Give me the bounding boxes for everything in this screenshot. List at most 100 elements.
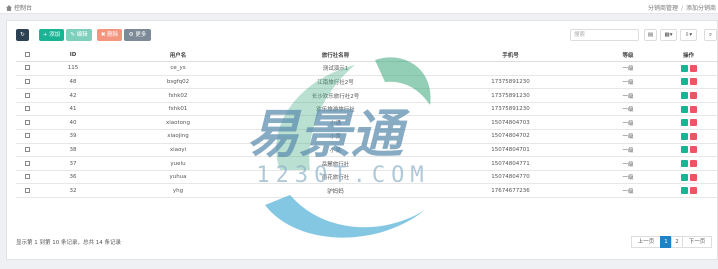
cell-agency: 小景 xyxy=(248,129,423,144)
row-actions xyxy=(680,173,697,181)
row-delete-icon[interactable] xyxy=(689,173,697,181)
search-icon[interactable]: ⌕ xyxy=(704,29,717,41)
row-select-cell xyxy=(16,115,38,131)
column-header-id[interactable]: ID xyxy=(38,48,108,63)
row-actions xyxy=(680,92,697,100)
delete-button[interactable]: ✖ 删除 xyxy=(97,29,122,41)
row-edit-icon[interactable] xyxy=(680,160,688,168)
pagination: 上一页 1 2 下一页 xyxy=(631,236,712,248)
row-edit-icon[interactable] xyxy=(680,187,688,195)
row-delete-icon[interactable] xyxy=(689,146,697,154)
row-checkbox[interactable] xyxy=(24,92,30,98)
column-header-level[interactable]: 等级 xyxy=(598,48,658,63)
row-actions xyxy=(680,119,697,127)
row-edit-icon[interactable] xyxy=(680,92,688,100)
row-actions xyxy=(680,132,697,140)
table-row[interactable]: 40 xiaotong 小通 15074804703 一级 xyxy=(16,115,718,131)
next-page-button[interactable]: 下一页 xyxy=(682,236,712,248)
toggle-view-icon[interactable]: ▤ xyxy=(644,29,657,41)
row-actions-cell xyxy=(658,143,718,158)
cell-level: 一级 xyxy=(598,102,658,117)
cell-username: fxhk02 xyxy=(108,88,248,103)
cell-username: yuelu xyxy=(108,156,248,171)
table-row[interactable]: 41 fxhk01 欢乐旅游旅行社 17375891230 一级 xyxy=(16,102,718,117)
row-delete-icon[interactable] xyxy=(689,119,697,127)
add-button[interactable]: + 添加 xyxy=(39,29,64,41)
column-header-username[interactable]: 用户名 xyxy=(108,48,248,63)
select-all-checkbox[interactable] xyxy=(24,51,30,57)
row-checkbox[interactable] xyxy=(24,187,30,193)
row-actions-cell xyxy=(658,183,718,199)
row-checkbox[interactable] xyxy=(24,174,30,180)
row-edit-icon[interactable] xyxy=(680,119,688,127)
row-actions xyxy=(680,105,697,113)
row-select-cell xyxy=(16,129,38,144)
columns-dropdown-icon[interactable]: ▦▾ xyxy=(660,29,677,41)
row-delete-icon[interactable] xyxy=(689,78,697,86)
row-select-cell xyxy=(16,102,38,117)
row-delete-icon[interactable] xyxy=(689,132,697,140)
table-row[interactable]: 115 ce_ys 测试演示1 一级 xyxy=(16,61,718,76)
refresh-button[interactable]: ↻ xyxy=(16,29,29,41)
row-delete-icon[interactable] xyxy=(689,105,697,113)
column-header-agency[interactable]: 旅行社名称 xyxy=(248,48,423,63)
top-breadcrumb-bar: 控制台 分销商管理 / 添加分销商 xyxy=(0,0,718,14)
cell-agency: 小易 xyxy=(248,143,423,158)
home-link[interactable]: 控制台 xyxy=(6,3,32,12)
search-input[interactable] xyxy=(570,29,639,41)
row-edit-icon[interactable] xyxy=(680,78,688,86)
table-row[interactable]: 48 bsgfq02 江南旅行社2号 17375891230 一级 xyxy=(16,75,718,90)
table-row[interactable]: 32 yhg 驴妈妈 17674677236 一级 xyxy=(16,183,718,199)
row-checkbox[interactable] xyxy=(24,160,30,166)
row-edit-icon[interactable] xyxy=(680,105,688,113)
row-delete-icon[interactable] xyxy=(689,64,697,72)
row-delete-icon[interactable] xyxy=(689,92,697,100)
cell-phone: 15074804770 xyxy=(423,170,598,185)
prev-page-button[interactable]: 上一页 xyxy=(631,236,661,248)
row-checkbox[interactable] xyxy=(24,78,30,84)
row-checkbox[interactable] xyxy=(24,65,30,71)
row-select-cell xyxy=(16,61,38,76)
cell-username: xiaoyi xyxy=(108,143,248,158)
cell-phone xyxy=(423,61,598,76)
row-actions xyxy=(680,64,697,72)
cell-id: 39 xyxy=(38,129,108,144)
export-dropdown-icon[interactable]: ⇩▾ xyxy=(680,29,697,41)
row-checkbox[interactable] xyxy=(24,106,30,112)
cell-agency: 驴妈妈 xyxy=(248,183,423,199)
table-row[interactable]: 39 xiaojing 小景 15074804702 一级 xyxy=(16,129,718,144)
column-header-actions: 操作 xyxy=(658,48,718,63)
cell-level: 一级 xyxy=(598,115,658,131)
cell-level: 一级 xyxy=(598,183,658,199)
row-delete-icon[interactable] xyxy=(689,187,697,195)
row-edit-icon[interactable] xyxy=(680,173,688,181)
cell-id: 115 xyxy=(38,61,108,76)
breadcrumb-item-distributor-management[interactable]: 分销商管理 xyxy=(648,5,678,12)
row-checkbox[interactable] xyxy=(24,119,30,125)
table-row[interactable]: 37 yuelu 岳麓旅行社 15074804771 一级 xyxy=(16,156,718,171)
select-all-cell xyxy=(16,48,38,63)
cell-level: 一级 xyxy=(598,75,658,90)
more-button[interactable]: ⚙ 更多 xyxy=(124,29,151,41)
row-checkbox[interactable] xyxy=(24,146,30,152)
cell-level: 一级 xyxy=(598,143,658,158)
list-panel: ↻ + 添加 ✎ 编辑 ✖ 删除 ⚙ 更多 ▤ ▦▾ ⇩▾ ⌕ ID 用户名 旅… xyxy=(6,20,718,260)
table-row[interactable]: 42 fxhk02 长沙欢乐旅行社2号 17375891230 一级 xyxy=(16,88,718,103)
table-row[interactable]: 38 xiaoyi 小易 15074804701 一级 xyxy=(16,143,718,158)
row-edit-icon[interactable] xyxy=(680,64,688,72)
cell-id: 32 xyxy=(38,183,108,199)
edit-button[interactable]: ✎ 编辑 xyxy=(66,29,92,41)
cell-id: 41 xyxy=(38,102,108,117)
row-delete-icon[interactable] xyxy=(689,160,697,168)
row-edit-icon[interactable] xyxy=(680,146,688,154)
column-header-phone[interactable]: 手机号 xyxy=(423,48,598,63)
cell-level: 一级 xyxy=(598,129,658,144)
row-actions-cell xyxy=(658,75,718,90)
pagination-info: 显示第 1 到第 10 条记录，总共 14 条记录 xyxy=(16,240,121,246)
table-row[interactable]: 36 yuhua 雨花旅行社 15074804770 一级 xyxy=(16,170,718,185)
cell-phone: 17375891230 xyxy=(423,102,598,117)
distributor-table: ID 用户名 旅行社名称 手机号 等级 操作 115 ce_ys 测试演示1 一级 48… xyxy=(16,48,718,199)
row-edit-icon[interactable] xyxy=(680,132,688,140)
cell-id: 38 xyxy=(38,143,108,158)
row-checkbox[interactable] xyxy=(24,133,30,139)
